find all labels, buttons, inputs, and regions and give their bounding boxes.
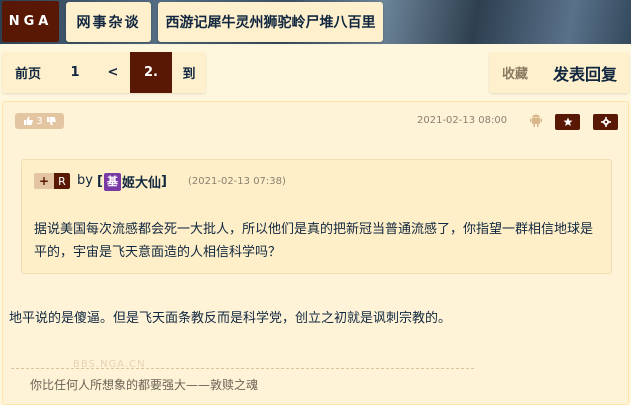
post-reply-button[interactable]: 发表回复 <box>541 52 629 93</box>
user-badge: 基 <box>103 172 121 191</box>
thumbs-down-icon <box>46 117 56 126</box>
page-1-button[interactable]: 1 <box>54 52 96 93</box>
signature-divider <box>11 368 474 369</box>
like-counter[interactable]: 3 <box>15 113 64 129</box>
goto-page-button[interactable]: 到 <box>172 52 206 93</box>
reply-content: 地平说的是傻逼。但是飞天面条教反而是科学党，创立之初就是讽刺宗教的。 <box>9 311 452 326</box>
android-client-icon <box>530 114 542 127</box>
like-count: 3 <box>36 115 43 127</box>
post-card: 3 2021-02-13 08:00 + R by [ 基 姬大仙 ] (202… <box>2 101 629 405</box>
favorite-button[interactable]: 收藏 <box>489 52 541 93</box>
nga-logo[interactable]: NGA <box>2 1 59 42</box>
user-signature: 你比任何人所想象的都要强大——敦赎之魂 <box>30 378 259 392</box>
prev-page-button[interactable]: 前页 <box>2 52 54 93</box>
quoted-username[interactable]: [ 基 姬大仙 ] <box>97 172 167 191</box>
quoted-post: + R by [ 基 姬大仙 ] (2021-02-13 07:38) 据说美国… <box>21 159 612 274</box>
thumbs-up-icon <box>24 116 34 125</box>
bracket-open: [ <box>97 174 103 189</box>
bracket-close: ] <box>160 174 167 189</box>
post-settings-button[interactable] <box>593 114 618 130</box>
page-prev-arrow[interactable]: < <box>96 52 130 93</box>
post-date: 2021-02-13 08:00 <box>417 115 508 126</box>
username-text: 姬大仙 <box>121 176 161 191</box>
current-page: 2. <box>130 52 172 93</box>
quote-text: 据说美国每次流感都会死一大批人，所以他们是真的把新冠当普通流感了，你指望一群相信… <box>34 222 594 260</box>
breadcrumb-forum[interactable]: 网事杂谈 <box>66 2 151 42</box>
breadcrumb-thread[interactable]: 西游记犀牛灵州狮驼岭尸堆八百里 <box>158 2 383 42</box>
star-icon <box>563 117 572 126</box>
thread-actions: 收藏 发表回复 <box>489 52 629 93</box>
reply-marker[interactable]: R <box>54 173 70 189</box>
favorite-post-button[interactable] <box>555 114 580 130</box>
pagination: 前页 1 < 2. 到 <box>2 52 206 93</box>
expand-quote-button[interactable]: + <box>34 173 54 189</box>
gear-icon <box>600 117 611 127</box>
quote-time: (2021-02-13 07:38) <box>188 176 286 187</box>
quote-by-label: by <box>77 173 93 188</box>
